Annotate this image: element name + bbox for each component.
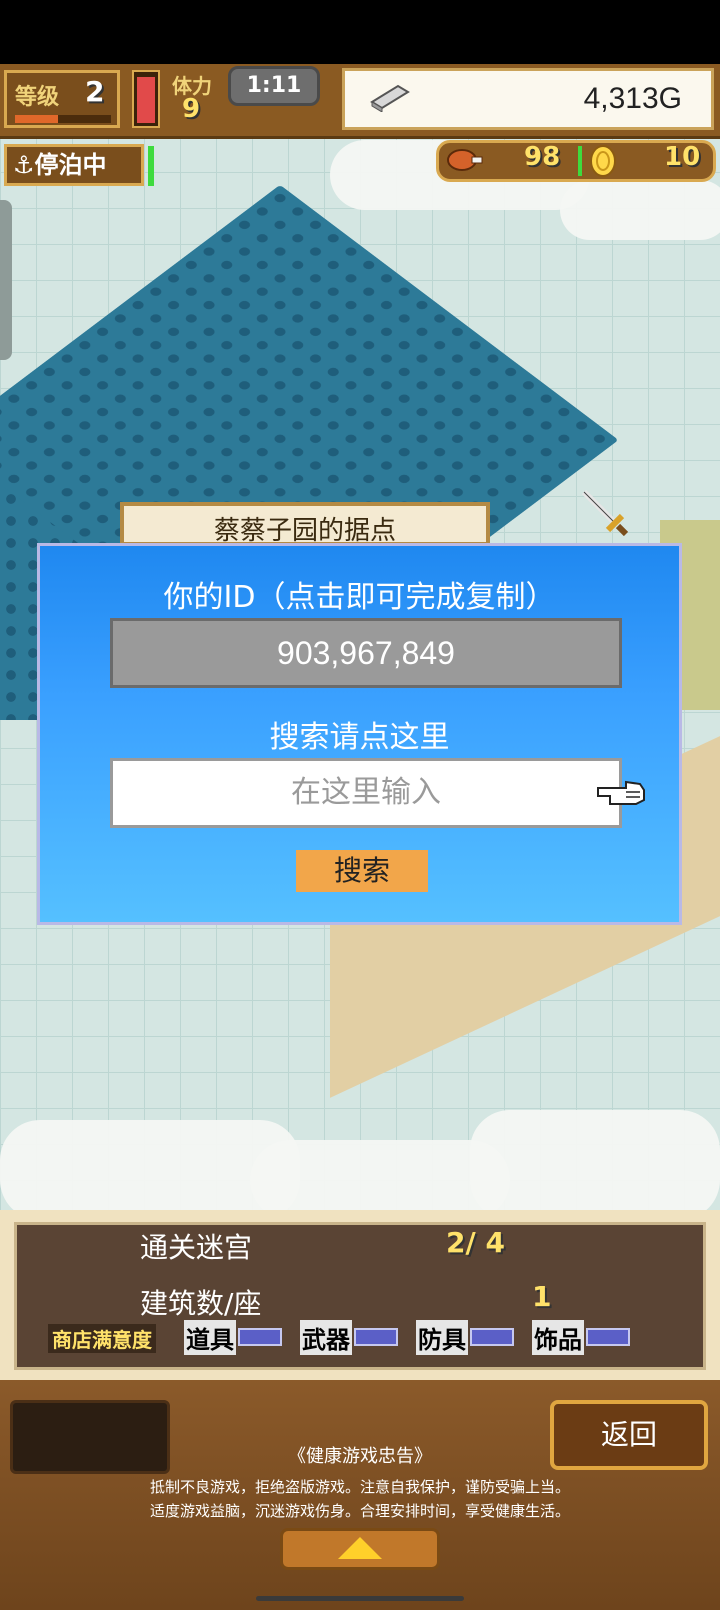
dungeon-value: 2/ 4: [446, 1226, 505, 1259]
category-label: 武器: [300, 1319, 352, 1355]
health-notice-title: 《健康游戏忠告》: [288, 1446, 432, 1467]
search-label: 搜索请点这里: [269, 720, 450, 755]
buildings-label: 建筑数/座: [140, 1287, 262, 1320]
stamina-gauge-fill: [137, 77, 155, 123]
dungeon-label: 通关迷宫: [140, 1231, 253, 1264]
status-bar: [0, 0, 720, 64]
health-notice-line: 抵制不良游戏，拒绝盗版游戏。注意自我保护，谨防受骗上当。: [149, 1478, 570, 1496]
satisfaction-bar: [470, 1328, 514, 1346]
sword-icon[interactable]: [578, 486, 628, 536]
category-armor: 防具: [416, 1319, 514, 1355]
category-items: 道具: [184, 1319, 282, 1355]
cloud: [470, 1110, 720, 1220]
category-label: 饰品: [532, 1319, 584, 1355]
anchor-icon: ⚓: [13, 151, 35, 179]
side-drawer-handle[interactable]: [0, 200, 12, 360]
level-progress-fill: [15, 115, 59, 123]
satisfaction-bar: [238, 1328, 282, 1346]
triangle-up-icon: [338, 1537, 382, 1559]
category-weapons: 武器: [300, 1319, 398, 1355]
money-value: 4,313G: [583, 82, 682, 115]
dialog-title: 你的ID（点击即可完成复制）: [163, 580, 556, 615]
home-indicator[interactable]: [256, 1596, 464, 1601]
level-progress-bar: [15, 115, 111, 123]
satisfaction-bar: [586, 1328, 630, 1346]
player-id-box[interactable]: 903,967,849: [110, 618, 622, 688]
silver-ingot-icon: [370, 84, 410, 112]
timer: 1:11: [228, 66, 320, 106]
level-label: 等级: [15, 85, 60, 110]
buildings-value: 1: [532, 1280, 552, 1313]
food-indicator: [578, 146, 582, 176]
level-panel: 等级 2: [4, 70, 120, 128]
pointing-hand-icon: [597, 780, 645, 805]
level-value: 2: [85, 75, 105, 108]
stamina-value: 9: [182, 94, 201, 124]
health-notice-line: 适度游戏益脑，沉迷游戏伤身。合理安排时间，享受健康生活。: [149, 1502, 570, 1520]
search-input[interactable]: 在这里输入: [110, 758, 622, 828]
dock-indicator: [148, 146, 154, 186]
meat-icon: [447, 149, 483, 171]
satisfaction-label: 商店满意度: [48, 1324, 156, 1353]
cloud: [560, 180, 720, 240]
category-label: 防具: [416, 1319, 468, 1355]
dock-status-label: 停泊中: [34, 151, 107, 179]
search-button[interactable]: 搜索: [296, 850, 428, 892]
medal-icon: [590, 145, 616, 177]
id-search-dialog: 你的ID（点击即可完成复制） 903,967,849 搜索请点这里 在这里输入 …: [37, 543, 682, 925]
base-sign[interactable]: 蔡蔡子园的据点: [120, 502, 490, 546]
dock-status[interactable]: ⚓停泊中: [4, 144, 144, 186]
stamina-gauge: [132, 70, 160, 128]
food-value: 98: [524, 142, 561, 172]
category-label: 道具: [184, 1319, 236, 1355]
satisfaction-bar: [354, 1328, 398, 1346]
medal-value: 10: [664, 142, 701, 172]
category-accessories: 饰品: [532, 1319, 630, 1355]
